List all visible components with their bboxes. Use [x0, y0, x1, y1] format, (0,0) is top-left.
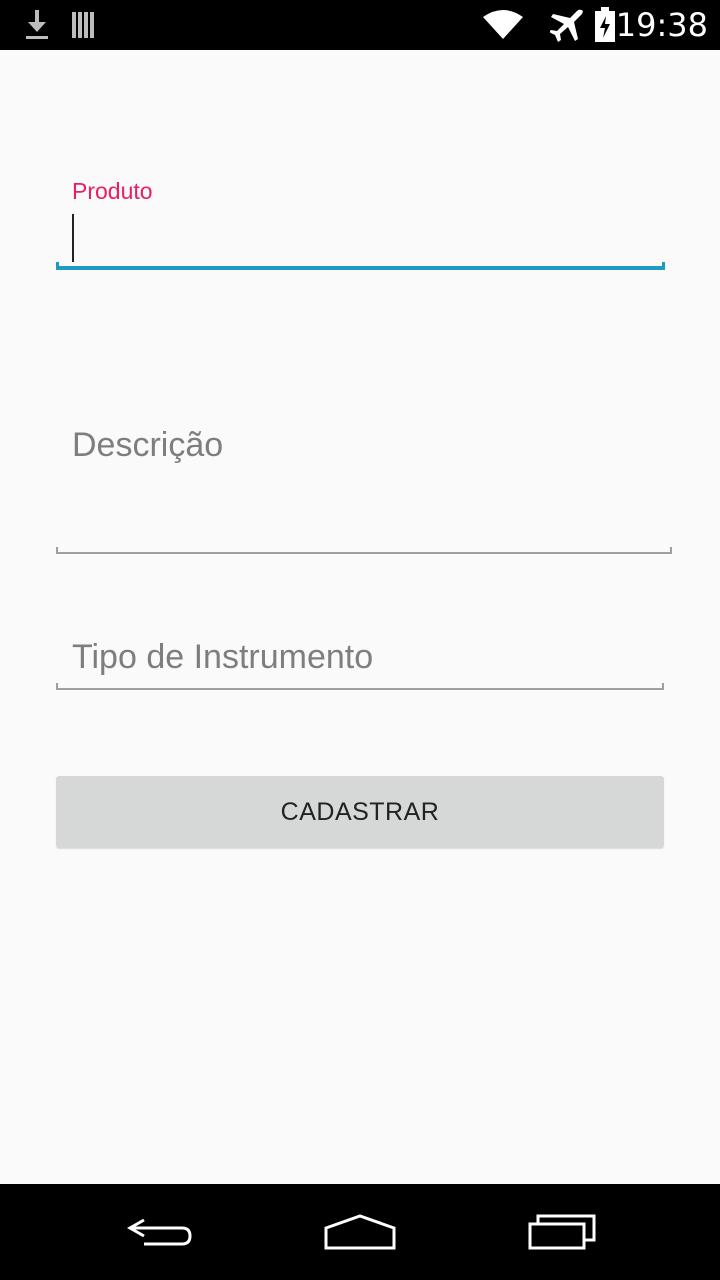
cadastrar-button-label: CADASTRAR [280, 797, 440, 826]
text-cursor [72, 214, 74, 262]
produto-underline [56, 262, 665, 270]
cadastrar-button[interactable]: CADASTRAR [56, 776, 664, 848]
airplane-mode-icon [550, 0, 586, 50]
descricao-input[interactable]: Descrição [72, 426, 223, 465]
status-time: 19:38 [615, 6, 708, 44]
recents-icon[interactable] [526, 1184, 598, 1280]
produto-input[interactable] [56, 210, 668, 270]
tipo-underline [56, 683, 664, 690]
storage-icon [70, 0, 98, 50]
status-bar: 19:38 [0, 0, 720, 50]
home-icon[interactable] [322, 1184, 398, 1280]
tipo-instrumento-input[interactable]: Tipo de Instrumento [72, 638, 373, 677]
produto-label: Produto [72, 178, 153, 204]
descricao-underline [56, 547, 672, 554]
download-icon [22, 0, 52, 50]
back-icon[interactable] [124, 1184, 196, 1280]
battery-charging-icon [594, 0, 616, 50]
wifi-icon [482, 0, 524, 50]
navigation-bar [0, 1184, 720, 1280]
